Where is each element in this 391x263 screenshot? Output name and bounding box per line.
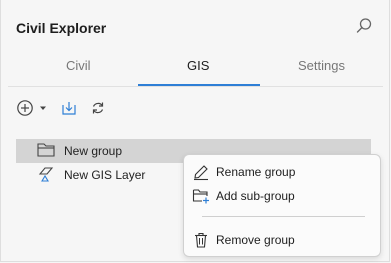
- refresh-icon[interactable]: [89, 99, 107, 117]
- tab-divider: [8, 86, 383, 87]
- rename-group-menu-item[interactable]: Rename group: [192, 162, 372, 182]
- import-icon[interactable]: [60, 99, 78, 117]
- panel-title: Civil Explorer: [16, 20, 107, 36]
- tree-item-label: New group: [64, 144, 123, 158]
- menu-separator: [202, 216, 365, 217]
- folder-icon: [36, 141, 56, 162]
- menu-item-label: Remove group: [216, 233, 295, 247]
- pencil-icon: [192, 163, 210, 181]
- tab-civil[interactable]: Civil: [66, 58, 91, 73]
- remove-group-menu-item[interactable]: Remove group: [192, 230, 372, 250]
- menu-item-label: Add sub-group: [216, 189, 295, 203]
- menu-item-label: Rename group: [216, 165, 296, 179]
- tree-item-label: New GIS Layer: [64, 168, 146, 182]
- add-sub-group-menu-item[interactable]: Add sub-group: [192, 186, 372, 206]
- context-menu: Rename group Add sub-group Remove group: [183, 154, 381, 257]
- add-folder-icon: [192, 187, 210, 205]
- add-circle-icon[interactable]: [16, 99, 34, 117]
- gis-layer-icon: [36, 165, 56, 186]
- dropdown-caret-icon[interactable]: [38, 99, 48, 117]
- tab-gis[interactable]: GIS: [187, 58, 209, 73]
- trash-icon: [192, 231, 210, 249]
- search-icon[interactable]: [355, 17, 373, 35]
- tab-settings[interactable]: Settings: [298, 58, 345, 73]
- tab-bar: Civil GIS Settings: [0, 58, 390, 86]
